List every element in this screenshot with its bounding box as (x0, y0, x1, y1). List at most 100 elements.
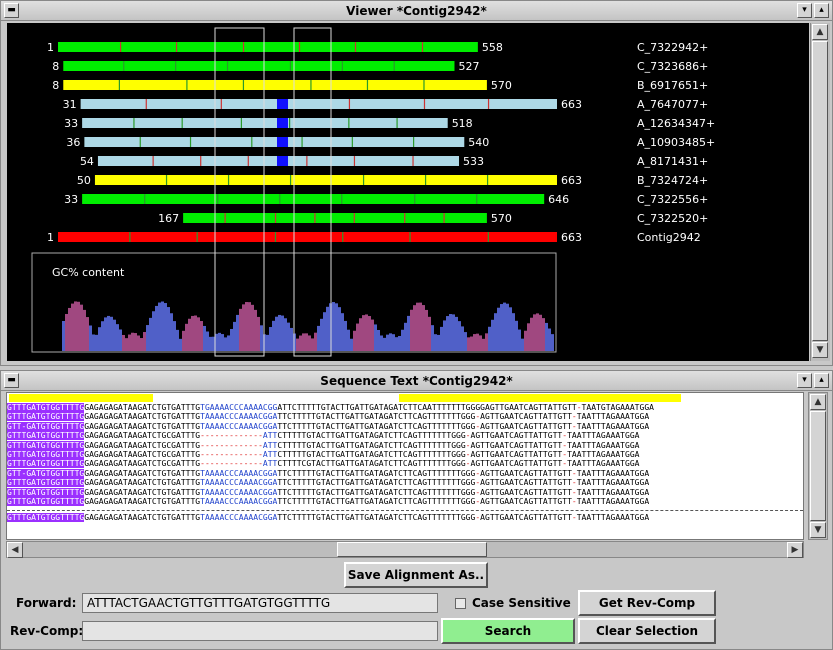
mismatch-tick (341, 61, 343, 71)
sequence-alignment-text[interactable]: GTTTGATGTGGTTTTGGAGAGAGATAAGATCTGTGATTTG… (6, 392, 804, 540)
case-sensitive-checkbox[interactable] (455, 598, 466, 609)
mismatch-tick (220, 99, 222, 109)
gc-bar (131, 332, 134, 351)
selection-window[interactable] (214, 27, 265, 357)
mismatch-tick (351, 137, 353, 147)
read-row[interactable]: 33 518 A_12634347+ (64, 117, 715, 130)
read-start-label: 36 (66, 136, 80, 149)
read-row[interactable]: 167 570 C_7322520+ (158, 212, 708, 225)
scroll-thumb[interactable] (812, 41, 828, 341)
minimize-button[interactable]: ▾ (797, 373, 812, 388)
sequence-row[interactable]: GTTTGATGTGGTTTTGGAGAGAGATAAGATCTGCGATTTG… (7, 449, 803, 459)
read-end-label: 570 (491, 79, 512, 92)
gc-bar (461, 326, 464, 351)
sequence-horizontal-scrollbar[interactable]: ◀ ▶ (6, 541, 804, 558)
viewer-titlebar[interactable]: ▬ Viewer *Contig2942* ▾ ▴ (1, 1, 832, 21)
gc-bar (176, 329, 179, 351)
scroll-right-arrow-icon[interactable]: ▶ (787, 542, 803, 558)
mismatch-tick (251, 137, 253, 147)
get-rev-comp-button[interactable]: Get Rev-Comp (578, 590, 716, 616)
revcomp-input[interactable] (82, 621, 438, 641)
read-row[interactable]: 1 663 Contig2942 (47, 231, 701, 244)
sequence-row[interactable]: GTTTGATGTGGTTTTGGAGAGAGATAAGATCTGCGATTTG… (7, 459, 803, 469)
gc-bar (416, 302, 419, 351)
gc-bar (449, 314, 452, 351)
sequence-row[interactable]: GTT-GATGTGGTTTTGGAGAGAGATAAGATCTGTGATTTG… (7, 468, 803, 478)
gc-bar (251, 304, 254, 351)
scroll-left-arrow-icon[interactable]: ◀ (7, 542, 23, 558)
clear-selection-button[interactable]: Clear Selection (578, 618, 716, 644)
mismatch-tick (224, 213, 226, 223)
gc-bar (116, 324, 119, 351)
read-bar[interactable] (63, 80, 487, 90)
read-row[interactable]: 54 533 A_8171431+ (80, 155, 708, 168)
read-row[interactable]: 36 540 A_10903485+ (66, 136, 715, 149)
sequence-row[interactable]: GTTTGATGTGGTTTTGGAGAGAGATAAGATCTGTGATTTG… (7, 478, 803, 488)
mismatch-tick (353, 213, 355, 223)
sequence-row[interactable]: GTTTGATGTGGTTTTGGAGAGAGATAAGATCTGTGATTTG… (7, 412, 803, 422)
read-bar[interactable] (63, 61, 455, 71)
maximize-button[interactable]: ▴ (814, 3, 829, 18)
gc-bar (302, 333, 305, 351)
read-bar[interactable] (84, 137, 465, 147)
mismatch-tick (181, 118, 183, 128)
selection-window[interactable] (293, 27, 332, 357)
sequence-row[interactable]: GTTTGATGTGGTTTTGGAGAGAGATAAGATCTGTGATTTG… (7, 403, 803, 412)
read-row[interactable]: 31 663 A_7647077+ (63, 98, 709, 111)
gc-bar (434, 334, 437, 351)
sequence-row[interactable]: GTT-GATGTGGTTTTGGAGAGAGATAAGATCTGTGATTTG… (7, 421, 803, 431)
read-name-label: C_7322520+ (637, 212, 708, 225)
sequence-row[interactable]: GTTTGATGTGGTTTTGGAGAGAGATAAGATCTGCGATTTG… (7, 431, 803, 441)
gc-bar (485, 333, 488, 351)
save-alignment-button[interactable]: Save Alignment As.. (344, 562, 488, 588)
gc-bar (152, 311, 155, 351)
maximize-button[interactable]: ▴ (814, 373, 829, 388)
minimize-button[interactable]: ▾ (797, 3, 812, 18)
contig-viewer-canvas[interactable]: 1 558 C_7322942+ 8 527 C_7323686+ 8 570 B_691765… (7, 23, 809, 361)
scroll-thumb[interactable] (810, 411, 826, 521)
read-bar[interactable] (82, 194, 545, 204)
scroll-up-arrow-icon[interactable]: ▲ (810, 394, 826, 410)
viewer-vertical-scrollbar[interactable]: ▲ ▼ (810, 23, 830, 361)
search-button[interactable]: Search (441, 618, 575, 644)
read-bar[interactable] (183, 213, 487, 223)
read-name-label: C_7323686+ (637, 60, 708, 73)
read-row[interactable]: 33 646 C_7322556+ (64, 193, 708, 206)
read-bar[interactable] (80, 99, 558, 109)
gc-bar (353, 330, 356, 351)
scroll-down-arrow-icon[interactable]: ▼ (810, 522, 826, 538)
gc-bar (227, 335, 230, 351)
gc-bar (254, 309, 257, 351)
gc-bar (389, 333, 392, 351)
read-end-label: 663 (561, 231, 582, 244)
gc-bar (122, 334, 125, 351)
revcomp-label: Rev-Comp: (10, 624, 84, 638)
read-row[interactable]: 50 663 B_7324724+ (77, 174, 708, 187)
base: T (69, 403, 75, 412)
read-name-label: A_10903485+ (637, 136, 715, 149)
gc-bar (509, 307, 512, 351)
scroll-down-arrow-icon[interactable]: ▼ (812, 342, 828, 358)
mismatch-tick (421, 42, 424, 52)
sequence-titlebar[interactable]: ▬ Sequence Text *Contig2942* ▾ ▴ (1, 371, 832, 391)
mismatch-tick (118, 80, 120, 90)
scroll-thumb[interactable] (337, 542, 487, 557)
read-row[interactable]: 8 570 B_6917651+ (52, 79, 708, 92)
gc-bar (266, 334, 269, 351)
base: T (11, 449, 17, 459)
read-row[interactable]: 1 558 C_7322942+ (47, 41, 708, 54)
read-row[interactable]: 8 527 C_7323686+ (52, 60, 708, 73)
read-bar[interactable] (82, 118, 448, 128)
indel-marker (277, 99, 288, 109)
case-sensitive-label[interactable]: Case Sensitive (472, 596, 571, 610)
scroll-up-arrow-icon[interactable]: ▲ (812, 24, 828, 40)
sequence-row[interactable]: GTTTGATGTGGTTTTGGAGAGAGATAAGATCTGCGATTTG… (7, 440, 803, 450)
gc-bar (305, 333, 308, 351)
sequence-row[interactable]: GTTTGATGTGGTTTTGGAGAGAGATAAGATCTGTGATTTG… (7, 487, 803, 497)
forward-input[interactable]: ATTTACTGAACTGTTGTTTGATGTGGTTTTG (82, 593, 438, 613)
read-bar[interactable] (58, 232, 557, 242)
sequence-vertical-scrollbar[interactable]: ▲ ▼ (808, 392, 828, 540)
gc-bar (80, 304, 83, 351)
gc-bar (362, 315, 365, 351)
sequence-row[interactable]: GTTTGATGTGGTTTTGGAGAGAGATAAGATCTGTGATTTG… (7, 496, 803, 506)
